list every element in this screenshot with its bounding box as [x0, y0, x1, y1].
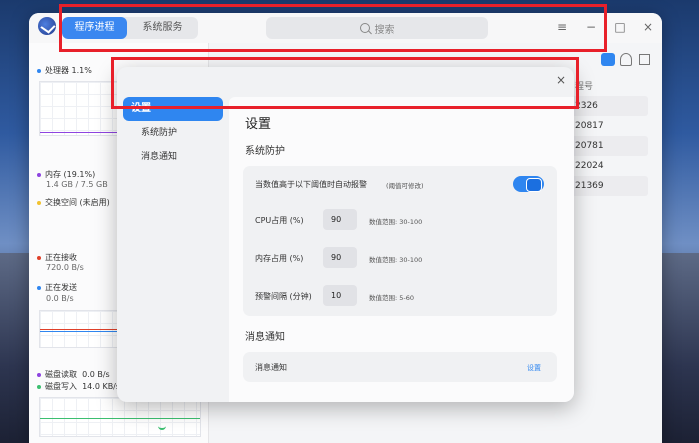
disk-write-value: 14.0 KB/s: [82, 382, 121, 391]
nav-item-notification[interactable]: 消息通知: [123, 145, 223, 169]
cpu-metric: 处理器 1.1%: [37, 65, 92, 76]
grid-view-icon[interactable]: [639, 54, 650, 65]
swap-dot-icon: [37, 200, 41, 205]
tab-processes[interactable]: 程序进程: [62, 17, 127, 39]
cpu-value: 1.1%: [71, 66, 92, 75]
tab-services[interactable]: 系统服务: [127, 17, 198, 39]
swap-label: 交换空间 (未启用): [45, 198, 110, 207]
cpu-threshold-label: CPU占用 (%): [255, 216, 304, 225]
settings-content: 设置 系统防护 当数值高于以下阈值时自动报警 (阈值可修改) CPU占用 (%)…: [229, 97, 574, 402]
dialog-close-icon[interactable]: ×: [553, 72, 569, 88]
settings-dialog: × 设置 系统防护 消息通知 设置 系统防护 当数值高于以下阈值时自动报警 (阈…: [117, 67, 574, 402]
disk-read-value: 0.0 B/s: [82, 370, 110, 379]
search-placeholder: 搜索: [374, 24, 395, 36]
alert-interval-label: 预警间隔 (分钟): [255, 292, 312, 301]
memory-threshold-input[interactable]: 90: [323, 247, 357, 268]
table-row[interactable]: 22024: [570, 156, 648, 176]
disk-read-metric: 磁盘读取 0.0 B/s: [37, 369, 110, 380]
app-view-icon[interactable]: [601, 53, 615, 66]
memory-threshold-label: 内存占用 (%): [255, 254, 304, 263]
send-label: 正在发送: [45, 283, 77, 292]
cpu-label: 处理器: [45, 66, 69, 75]
maximize-icon[interactable]: □: [612, 19, 628, 35]
memory-label: 内存 (19.1%): [45, 170, 96, 179]
disk-write-metric: 磁盘写入 14.0 KB/s: [37, 381, 120, 392]
table-row[interactable]: 21369: [570, 176, 648, 196]
cpu-threshold-range: 数值范围: 30-100: [369, 218, 423, 226]
receive-metric: 正在接收: [37, 252, 77, 263]
swap-metric: 交换空间 (未启用): [37, 197, 110, 208]
content-title: 设置: [245, 117, 272, 132]
memory-dot-icon: [37, 172, 41, 177]
receive-dot-icon: [37, 255, 41, 260]
memory-metric: 内存 (19.1%): [37, 169, 95, 180]
cpu-threshold-input[interactable]: 90: [323, 209, 357, 230]
user-view-icon[interactable]: [620, 53, 632, 66]
search-input[interactable]: 搜索: [266, 17, 488, 39]
minimize-icon[interactable]: −: [583, 19, 599, 35]
protection-card: 当数值高于以下阈值时自动报警 (阈值可修改) CPU占用 (%) 90 数值范围…: [243, 166, 557, 316]
close-icon[interactable]: ×: [640, 19, 656, 35]
send-dot-icon: [37, 285, 41, 290]
disk-graph: [39, 397, 201, 437]
section-protection-title: 系统防护: [245, 146, 285, 157]
alert-hint: (阈值可修改): [386, 182, 424, 190]
tab-group: 程序进程 系统服务: [62, 17, 198, 39]
notify-settings-link[interactable]: 设置: [527, 363, 541, 373]
memory-threshold-range: 数值范围: 30-100: [369, 256, 423, 264]
settings-nav: 设置 系统防护 消息通知: [123, 97, 223, 169]
section-notify-title: 消息通知: [245, 332, 285, 343]
notify-label: 消息通知: [255, 363, 287, 372]
notify-card: 消息通知 设置: [243, 352, 557, 382]
disk-write-dot-icon: [37, 384, 41, 389]
memory-value: 1.4 GB / 7.5 GB: [46, 180, 108, 189]
send-metric: 正在发送: [37, 282, 77, 293]
receive-value: 720.0 B/s: [46, 263, 84, 272]
send-value: 0.0 B/s: [46, 294, 74, 303]
alert-toggle[interactable]: [513, 176, 544, 192]
table-row[interactable]: 2326: [570, 96, 648, 116]
receive-label: 正在接收: [45, 253, 77, 262]
app-logo-icon: [38, 17, 56, 35]
nav-item-settings[interactable]: 设置: [123, 97, 223, 121]
disk-write-label: 磁盘写入: [45, 382, 77, 391]
disk-read-dot-icon: [37, 372, 41, 377]
titlebar: 程序进程 系统服务 搜索 ≡ − □ ×: [29, 13, 662, 43]
table-row[interactable]: 20781: [570, 136, 648, 156]
pid-column-header[interactable]: 程号: [575, 79, 593, 92]
alert-label: 当数值高于以下阈值时自动报警: [255, 180, 367, 189]
alert-interval-range: 数值范围: 5-60: [369, 294, 415, 302]
cpu-dot-icon: [37, 68, 41, 73]
table-row[interactable]: 20817: [570, 116, 648, 136]
menu-icon[interactable]: ≡: [554, 19, 570, 35]
search-icon: [359, 23, 370, 33]
alert-interval-input[interactable]: 10: [323, 285, 357, 306]
nav-item-protection[interactable]: 系统防护: [123, 121, 223, 145]
disk-read-label: 磁盘读取: [45, 370, 77, 379]
